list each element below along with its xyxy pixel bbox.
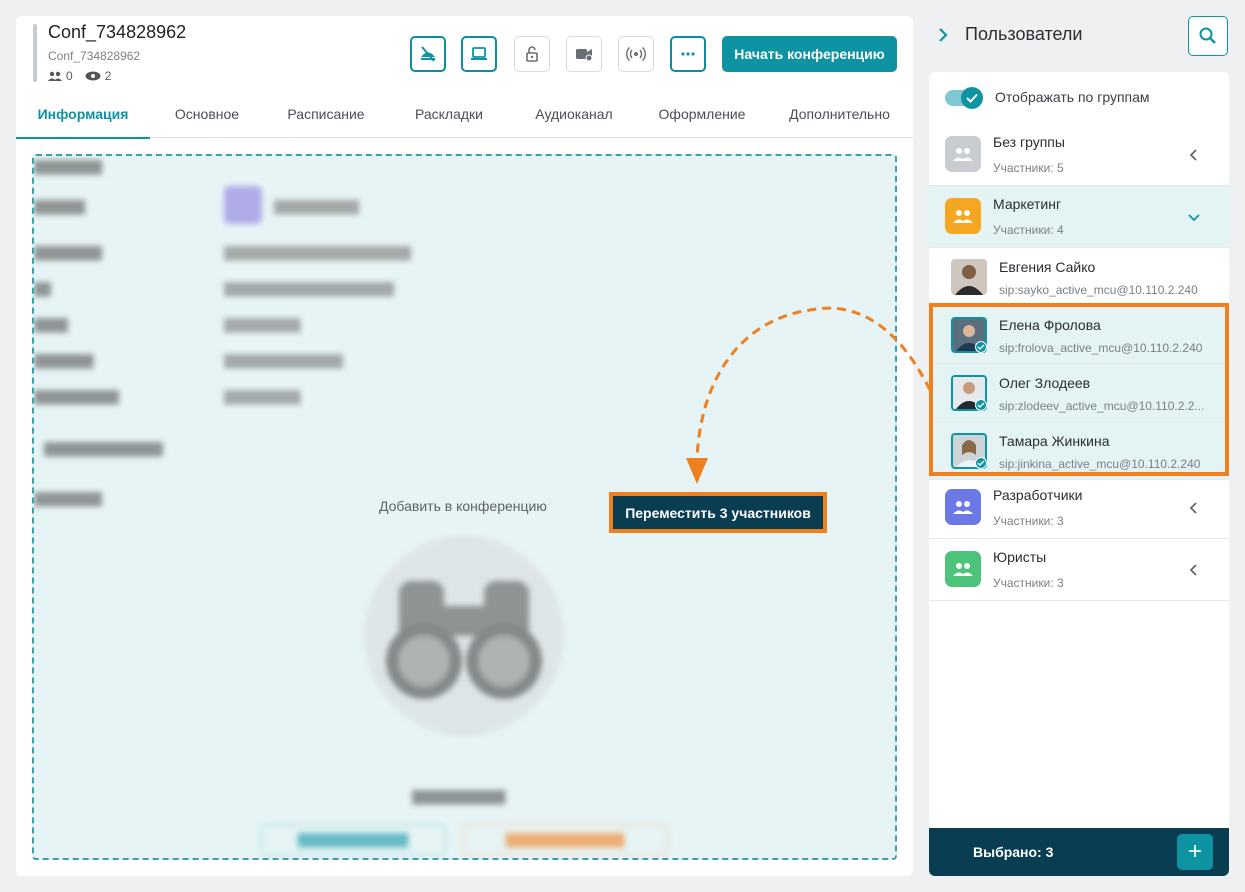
search-button[interactable]: [1188, 16, 1228, 56]
chevron-left-icon[interactable]: [1187, 501, 1201, 515]
group-name: Разработчики: [993, 487, 1083, 503]
group-icon: [945, 551, 981, 587]
selected-count: Выбрано: 3: [973, 844, 1054, 860]
group-lawyers[interactable]: Юристы Участники: 3: [929, 539, 1229, 601]
tab-main[interactable]: Основное: [150, 90, 264, 138]
participants-icon: [48, 71, 62, 81]
tab-audio-channel[interactable]: Аудиоканал: [510, 90, 638, 138]
tab-additional[interactable]: Дополнительно: [766, 90, 913, 138]
user-name: Евгения Сайко: [999, 259, 1096, 275]
user-sip: sip:jinkina_active_mcu@10.110.2.240: [999, 457, 1201, 471]
chevron-left-icon[interactable]: [1187, 563, 1201, 577]
group-count: Участники: 3: [993, 514, 1064, 528]
camera-icon: [576, 49, 593, 62]
group-icon: [945, 489, 981, 525]
conference-tabs: Информация Основное Расписание Раскладки…: [16, 90, 913, 139]
selected-check-icon: [975, 399, 987, 411]
group-name: Юристы: [993, 549, 1047, 565]
tab-layouts[interactable]: Раскладки: [388, 90, 510, 138]
conference-stats: 0 2: [48, 69, 111, 83]
start-conference-button[interactable]: Начать конференцию: [722, 36, 897, 72]
chevron-down-icon[interactable]: [1187, 210, 1201, 224]
users-panel-title: Пользователи: [965, 24, 1083, 44]
conference-title: Conf_734828962: [48, 22, 187, 42]
user-sip: sip:sayko_active_mcu@10.110.2.240: [999, 283, 1198, 297]
add-selected-button[interactable]: +: [1177, 834, 1213, 870]
people-icon: [953, 501, 973, 514]
group-count: Участники: 5: [993, 161, 1064, 175]
group-icon: [945, 198, 981, 234]
group-count: Участники: 4: [993, 223, 1064, 237]
selection-footer: Выбрано: 3 +: [929, 828, 1229, 876]
group-name: Маркетинг: [993, 196, 1062, 212]
group-toggle[interactable]: [945, 87, 983, 109]
conference-header: Conf_734828962 Conf_734828962 0 2 Начать…: [16, 16, 913, 90]
mic-off-icon: [421, 46, 435, 62]
selected-check-icon: [975, 457, 987, 469]
broadcast-icon: [626, 46, 646, 62]
viewers-icon: [85, 71, 101, 81]
user-avatar: [951, 259, 987, 295]
mic-off-button[interactable]: [410, 36, 446, 72]
participants-count: 0: [66, 69, 73, 83]
user-list-item-selected[interactable]: Елена Фролова sip:frolova_active_mcu@10.…: [929, 306, 1229, 364]
chevron-right-icon[interactable]: [937, 28, 949, 42]
conference-panel: Conf_734828962 Conf_734828962 0 2 Начать…: [16, 16, 913, 876]
screen-share-button[interactable]: [461, 36, 497, 72]
user-sip: sip:frolova_active_mcu@10.110.2.240: [999, 341, 1203, 355]
group-developers[interactable]: Разработчики Участники: 3: [929, 477, 1229, 539]
users-panel-header: Пользователи: [929, 16, 1229, 56]
users-list-panel: Отображать по группам Без группы Участни…: [929, 72, 1229, 876]
user-list-item-selected[interactable]: Олег Злодеев sip:zlodeev_active_mcu@10.1…: [929, 364, 1229, 422]
user-list-item-selected[interactable]: Тамара Жинкина sip:jinkina_active_mcu@10…: [929, 422, 1229, 480]
more-icon: [681, 52, 695, 56]
group-marketing[interactable]: Маркетинг Участники: 4: [929, 186, 1229, 248]
viewers-count: 2: [104, 69, 112, 83]
broadcast-button[interactable]: [618, 36, 654, 72]
group-icon: [945, 136, 981, 172]
conference-subtitle: Conf_734828962: [48, 49, 141, 63]
user-name: Тамара Жинкина: [999, 433, 1110, 449]
group-name: Без группы: [993, 134, 1065, 150]
lock-button[interactable]: [514, 36, 550, 72]
people-icon: [953, 148, 973, 161]
group-count: Участники: 3: [993, 576, 1064, 590]
move-participants-tooltip: Переместить 3 участников: [609, 492, 827, 533]
add-to-conference-label: Добавить в конференцию: [379, 498, 547, 514]
user-list-item[interactable]: Евгения Сайко sip:sayko_active_mcu@10.11…: [929, 248, 1229, 306]
lock-icon: [526, 46, 538, 62]
laptop-icon: [471, 47, 487, 60]
tab-design[interactable]: Оформление: [638, 90, 766, 138]
chevron-left-icon[interactable]: [1187, 148, 1201, 162]
header-accent-bar: [33, 24, 37, 82]
search-icon: [1199, 27, 1216, 44]
people-icon: [953, 563, 973, 576]
group-no-group[interactable]: Без группы Участники: 5: [929, 124, 1229, 186]
tab-information[interactable]: Информация: [16, 90, 150, 139]
check-icon: [966, 93, 978, 103]
user-name: Елена Фролова: [999, 317, 1101, 333]
user-name: Олег Злодеев: [999, 375, 1091, 391]
people-icon: [953, 210, 973, 223]
more-button[interactable]: [670, 36, 706, 72]
selected-check-icon: [975, 341, 987, 353]
tab-schedule[interactable]: Расписание: [264, 90, 388, 138]
user-sip: sip:zlodeev_active_mcu@10.110.2.2...: [999, 399, 1203, 413]
group-toggle-label: Отображать по группам: [995, 89, 1150, 105]
toggle-knob: [961, 87, 983, 109]
camera-button[interactable]: [566, 36, 602, 72]
